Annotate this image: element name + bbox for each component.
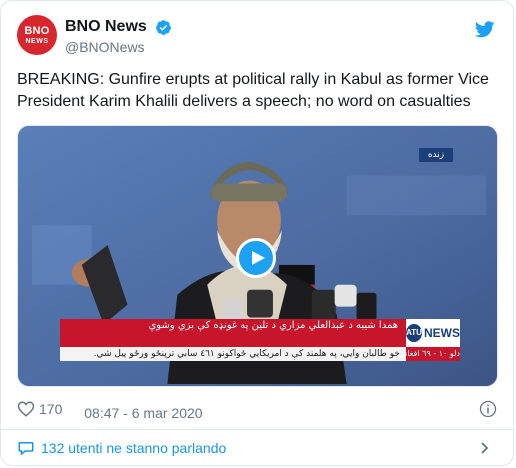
twitter-bird-icon[interactable] <box>475 21 495 38</box>
play-icon <box>251 251 265 265</box>
tweet-timestamp[interactable]: 08:47 - 6 mar 2020 <box>84 405 202 421</box>
conversation-link[interactable]: 132 utenti ne stanno parlando <box>17 433 497 463</box>
avatar-text-bottom: NEWS <box>25 37 49 45</box>
avatar[interactable]: BNO NEWS <box>17 15 57 55</box>
channel-mark: ATU <box>406 324 422 342</box>
channel-logo-text: NEWS <box>424 326 460 340</box>
heart-icon <box>17 401 35 417</box>
like-count: 170 <box>39 401 63 417</box>
comment-bubble-icon <box>18 442 34 456</box>
news-ticker: خو طالبان وايي، په هلمند کې د امريکايي ځ… <box>60 347 406 361</box>
headline-banner: همدا شیبه د عبدالعلي مزاري د تلين په غون… <box>60 319 406 347</box>
video-player[interactable]: زنده همدا شیبه د عبدالعلي مزاري د تلين پ… <box>17 125 498 387</box>
tweet-meta: 170 08:47 - 6 mar 2020 <box>17 399 497 421</box>
chevron-right-icon <box>481 442 489 454</box>
verified-badge-icon <box>156 19 172 35</box>
author-handle[interactable]: @BNONews <box>65 38 172 56</box>
like-button[interactable]: 170 <box>17 399 80 419</box>
tweet-header: BNO NEWS BNO News @BNONews <box>17 15 497 59</box>
info-icon[interactable] <box>479 400 497 418</box>
tweet-card: BNO NEWS BNO News @BNONews BREAKING: Gun… <box>0 0 514 466</box>
live-badge: زنده <box>419 148 453 162</box>
tweet-text: BREAKING: Gunfire erupts at political ra… <box>17 71 489 110</box>
author-names: BNO News @BNONews <box>65 17 172 56</box>
play-button[interactable] <box>236 238 276 278</box>
author-display-name[interactable]: BNO News <box>65 17 147 37</box>
conversation-count-text: 132 utenti ne stanno parlando <box>41 440 227 456</box>
channel-logo: ATU NEWS <box>406 319 460 347</box>
ticker-date: دلو ١٠ - ٦٩ افغاني <box>398 347 460 361</box>
avatar-text-top: BNO <box>24 24 50 37</box>
divider <box>1 429 513 430</box>
